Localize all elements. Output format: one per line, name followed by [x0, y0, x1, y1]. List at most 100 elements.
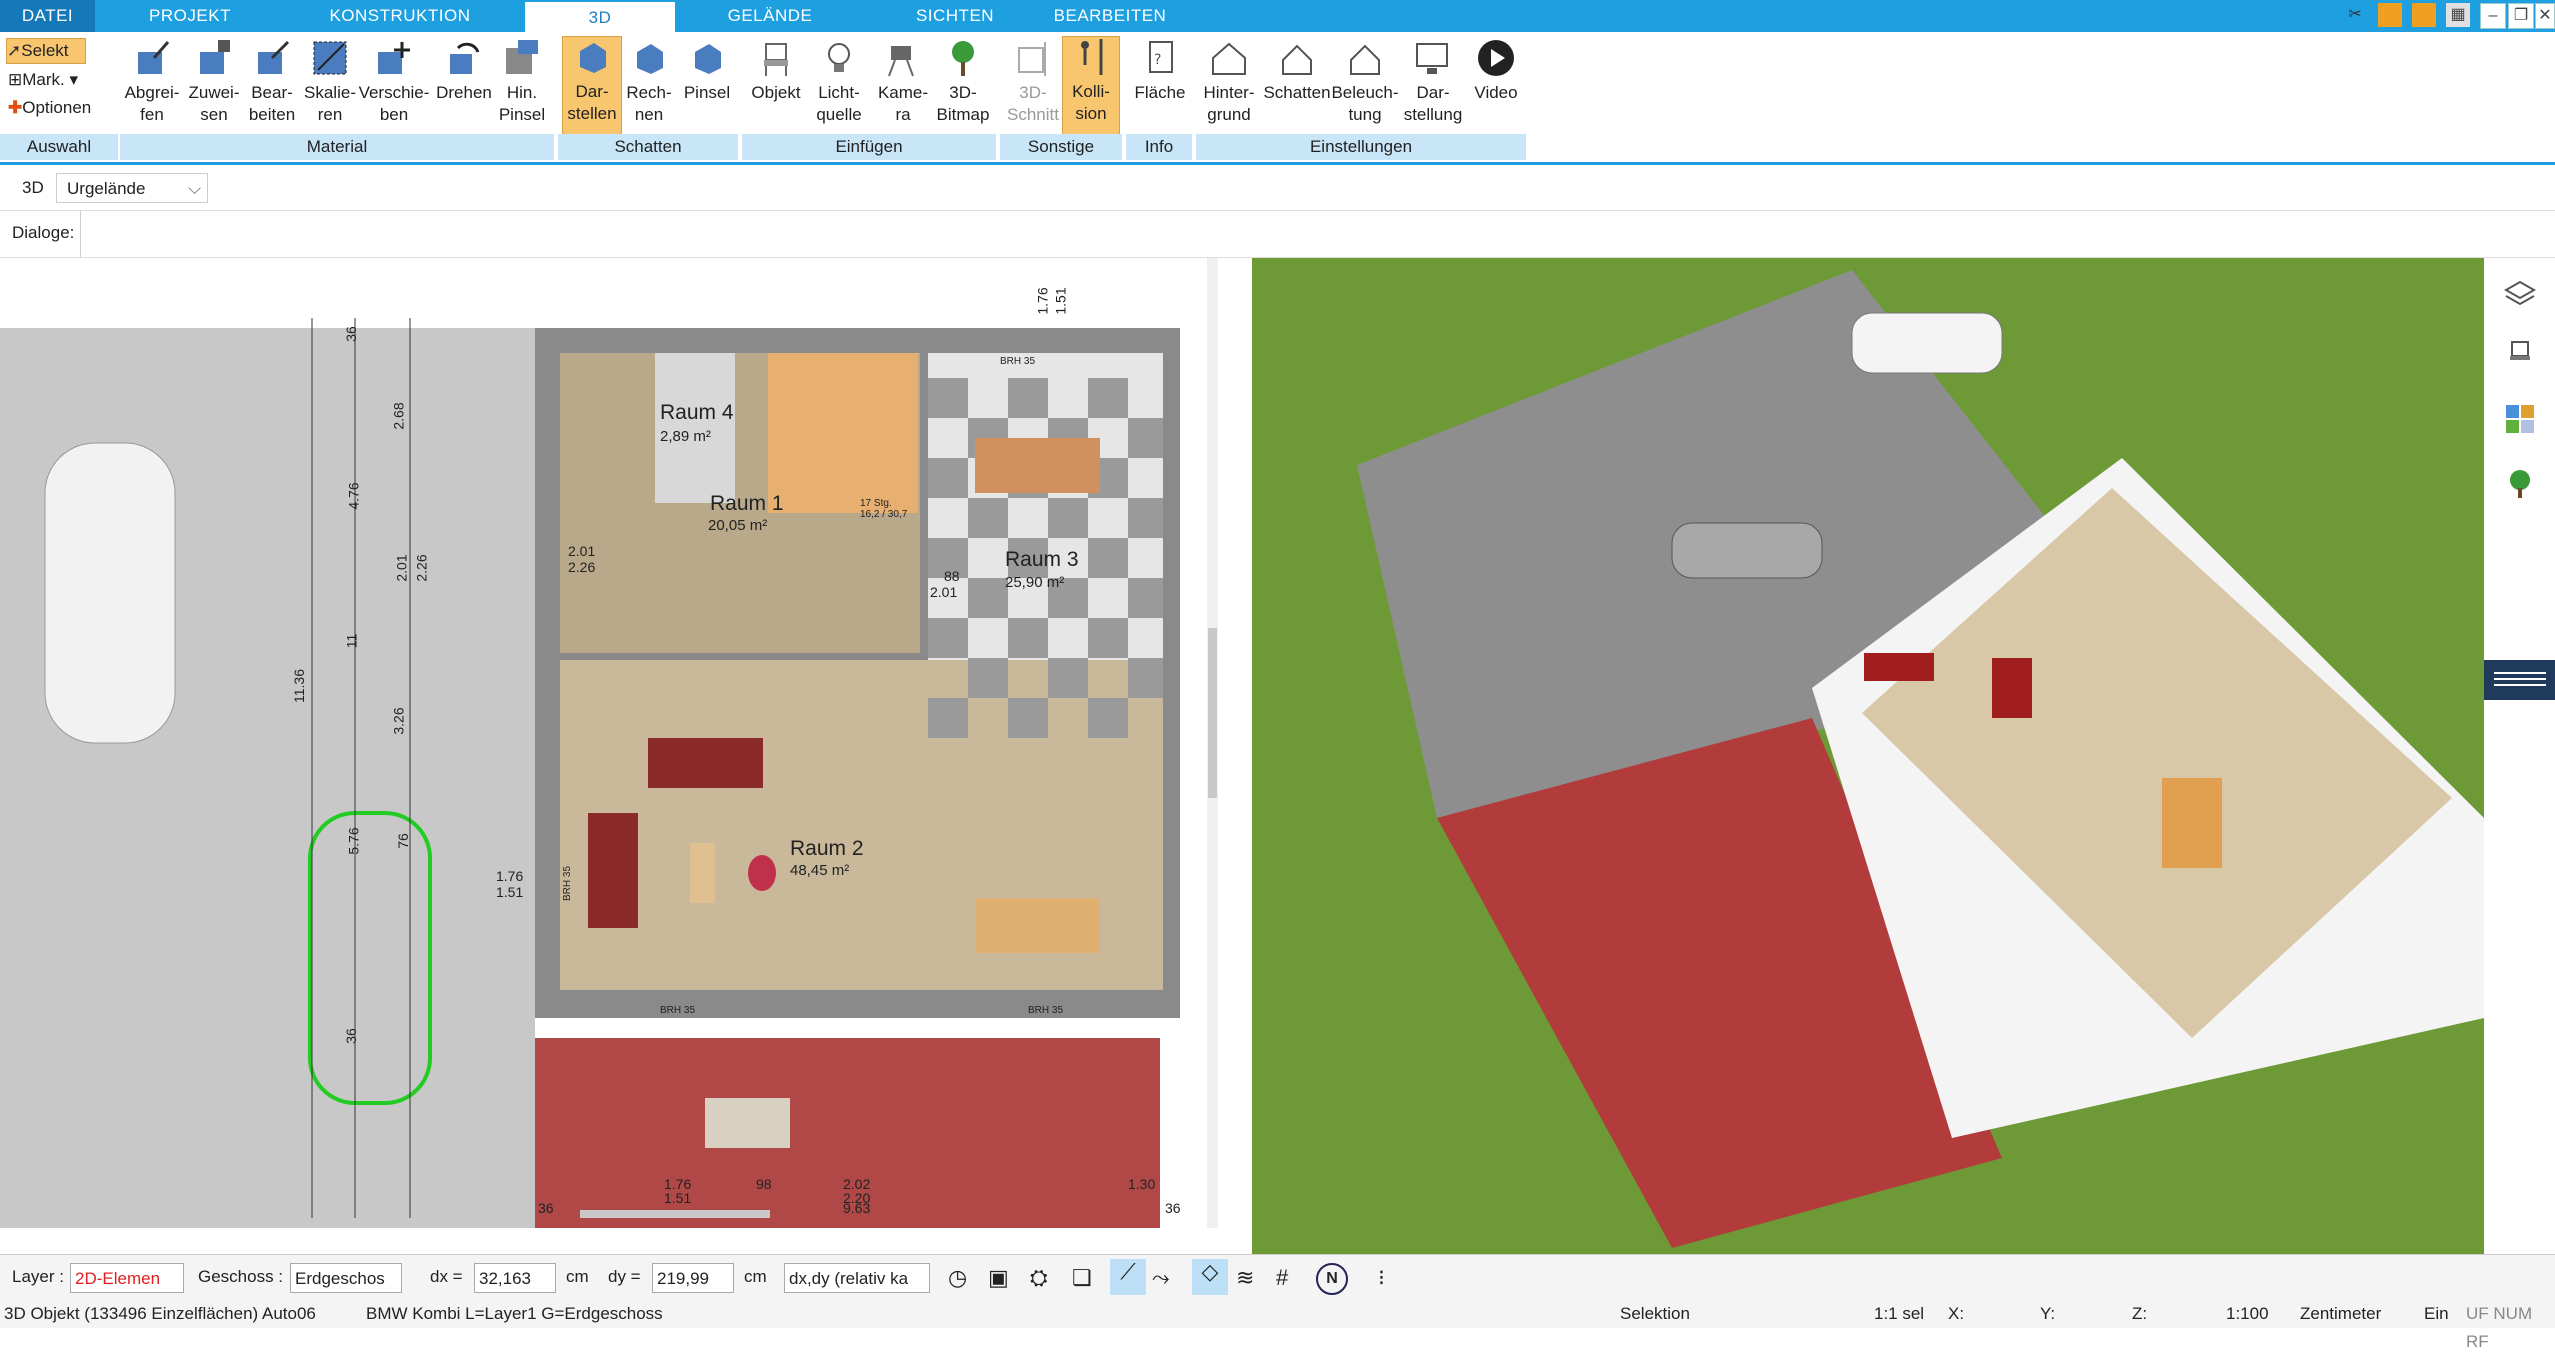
coord-mode-select[interactable]: dx,dy (relativ ka: [784, 1263, 930, 1293]
dim-label: 1.30: [1128, 1176, 1156, 1192]
3d-bitmap-button[interactable]: 3D- Bitmap: [932, 38, 994, 126]
lichtquelle-button[interactable]: Licht- quelle: [806, 38, 872, 126]
ribbon-divider: [0, 162, 2555, 165]
divider: [80, 211, 81, 257]
lightbulb-icon: [828, 43, 850, 72]
layer-select[interactable]: 2D-Elemen: [70, 1263, 184, 1293]
dim-label: 36: [342, 1028, 359, 1044]
floor-plan-canvas[interactable]: [0, 258, 1218, 1228]
beleuchtung-button[interactable]: Beleuch- tung: [1330, 38, 1400, 126]
dy-input[interactable]: 219,99: [652, 1263, 734, 1293]
geschoss-select[interactable]: Erdgeschos: [290, 1263, 402, 1293]
monitor-icon: [1416, 43, 1448, 74]
car-white: [44, 442, 176, 744]
hamburger-icon: [2493, 672, 2546, 674]
copy-icon[interactable]: ❏: [1072, 1265, 1092, 1291]
skalieren-button[interactable]: Skalie- ren: [298, 38, 362, 126]
terrain-select[interactable]: Urgelände ⌵: [56, 173, 208, 203]
rotate-icon: [450, 42, 480, 74]
3d-canvas[interactable]: [1252, 258, 2484, 1254]
layers-icon[interactable]: [2504, 278, 2536, 310]
layers-toggle-icon[interactable]: ≋: [1236, 1265, 1254, 1291]
verschieben-button[interactable]: Verschie- ben: [356, 38, 432, 126]
zuweisen-button[interactable]: Zuwei- sen: [182, 38, 246, 126]
rechnen-button[interactable]: Rech- nen: [620, 38, 678, 126]
hin-pinsel-button[interactable]: Hin. Pinsel: [492, 38, 552, 126]
tab-datei[interactable]: DATEI: [0, 0, 95, 32]
3d-schnitt-button[interactable]: 3D- Schnitt: [1004, 38, 1062, 126]
dim-label: 2.01: [568, 543, 596, 559]
north-icon[interactable]: N: [1316, 1263, 1348, 1295]
stair-note: 17 Stg. 16,2 / 30,7: [860, 498, 908, 520]
more-icon[interactable]: ⁝: [1378, 1265, 1385, 1291]
house-shadow-icon: [1282, 44, 1312, 75]
flaeche-button[interactable]: ? Fläche: [1130, 38, 1190, 104]
tab-gelaende[interactable]: GELÄNDE: [690, 0, 850, 32]
dim-label: 2.01: [393, 554, 410, 582]
hintergrund-button[interactable]: Hinter- grund: [1196, 38, 1262, 126]
shadow-display-icon: [580, 43, 606, 73]
darstellung-button[interactable]: Dar- stellung: [1400, 38, 1466, 126]
snap-icon[interactable]: ⟋: [1110, 1259, 1146, 1295]
bearbeiten-button[interactable]: Bear- beiten: [242, 38, 302, 126]
clock-icon[interactable]: ◷: [948, 1265, 967, 1291]
mark-button[interactable]: ⊞Mark. ▾: [8, 68, 98, 92]
schatten-settings-button[interactable]: Schatten: [1262, 38, 1332, 104]
darstellen-button[interactable]: Dar- stellen: [562, 36, 622, 138]
chair-icon: [764, 43, 788, 76]
brh-label: BRH 35: [1028, 1005, 1064, 1016]
dim-label: 88: [944, 568, 960, 584]
tab-3d[interactable]: 3D: [525, 0, 675, 34]
video-button[interactable]: Video: [1466, 38, 1526, 104]
screen-icon[interactable]: ▣: [988, 1265, 1009, 1291]
tab-projekt[interactable]: PROJEKT: [110, 0, 270, 32]
object-icon[interactable]: ⛭: [1030, 1265, 1048, 1291]
minimize-button[interactable]: –: [2480, 3, 2506, 29]
layout-icon[interactable]: [2412, 3, 2436, 27]
sofa-3d-1: [1864, 653, 1934, 681]
dim-label: 36: [1165, 1200, 1181, 1216]
group-material: Material: [120, 134, 554, 160]
close-button[interactable]: ✕: [2535, 3, 2555, 29]
window-icon[interactable]: [2378, 3, 2402, 27]
drehen-button[interactable]: Drehen: [432, 38, 496, 104]
tab-bearbeiten[interactable]: BEARBEITEN: [1040, 0, 1180, 32]
kollision-button[interactable]: Kolli- sion: [1062, 36, 1120, 138]
materials-icon[interactable]: [2504, 403, 2536, 435]
ortho-icon[interactable]: ⤳: [1152, 1265, 1170, 1291]
abgreifen-button[interactable]: Abgrei- fen: [120, 38, 184, 126]
room-1-area: 20,05 m²: [708, 517, 768, 534]
tab-konstruktion[interactable]: KONSTRUKTION: [300, 0, 500, 32]
restore-button[interactable]: ❐: [2508, 3, 2534, 29]
vertical-scroll-thumb[interactable]: [1208, 628, 1217, 798]
objekt-button[interactable]: Objekt: [746, 38, 806, 104]
menu-toggle[interactable]: [2484, 660, 2555, 700]
tab-sichten[interactable]: SICHTEN: [880, 0, 1030, 32]
selekt-button[interactable]: ➚Selekt: [6, 38, 86, 64]
tools-icon[interactable]: ✂: [2343, 3, 2367, 27]
grid-icon[interactable]: #: [1276, 1265, 1288, 1291]
dim-label: 11.36: [291, 669, 307, 703]
dim-label: 2.26: [568, 559, 596, 575]
surface-icon[interactable]: ◇: [1192, 1259, 1228, 1295]
3d-view[interactable]: [1252, 258, 2484, 1254]
schatten-pinsel-button[interactable]: Pinsel: [678, 38, 736, 104]
horizontal-scroll-thumb[interactable]: [580, 1210, 770, 1218]
floor-plan-view[interactable]: Raum 4 2,89 m² Raum 1 20,05 m² Raum 3 25…: [0, 258, 1218, 1228]
help-icon[interactable]: [2450, 3, 2474, 27]
plants-icon[interactable]: [2504, 468, 2536, 500]
view-splitter[interactable]: [1218, 258, 1252, 1254]
sofa-2: [588, 813, 638, 928]
dim-label: 36: [538, 1200, 554, 1216]
dx-input[interactable]: 32,163: [474, 1263, 556, 1293]
area-icon: ?: [1149, 41, 1173, 73]
view-toolbar: 3D Urgelände ⌵: [0, 166, 2555, 211]
shadow-calc-icon: [637, 44, 663, 74]
status-z: Z:: [2132, 1304, 2148, 1323]
status-x: X:: [1948, 1304, 1965, 1323]
bottom-toolbar: Layer : 2D-Elemen Geschoss : Erdgeschos …: [0, 1254, 2555, 1301]
optionen-button[interactable]: ✚Optionen: [8, 96, 108, 120]
status-name: BMW Kombi L=Layer1 G=Erdgeschoss: [366, 1304, 663, 1323]
furniture-icon[interactable]: [2504, 338, 2536, 370]
kamera-button[interactable]: Kame- ra: [872, 38, 934, 126]
